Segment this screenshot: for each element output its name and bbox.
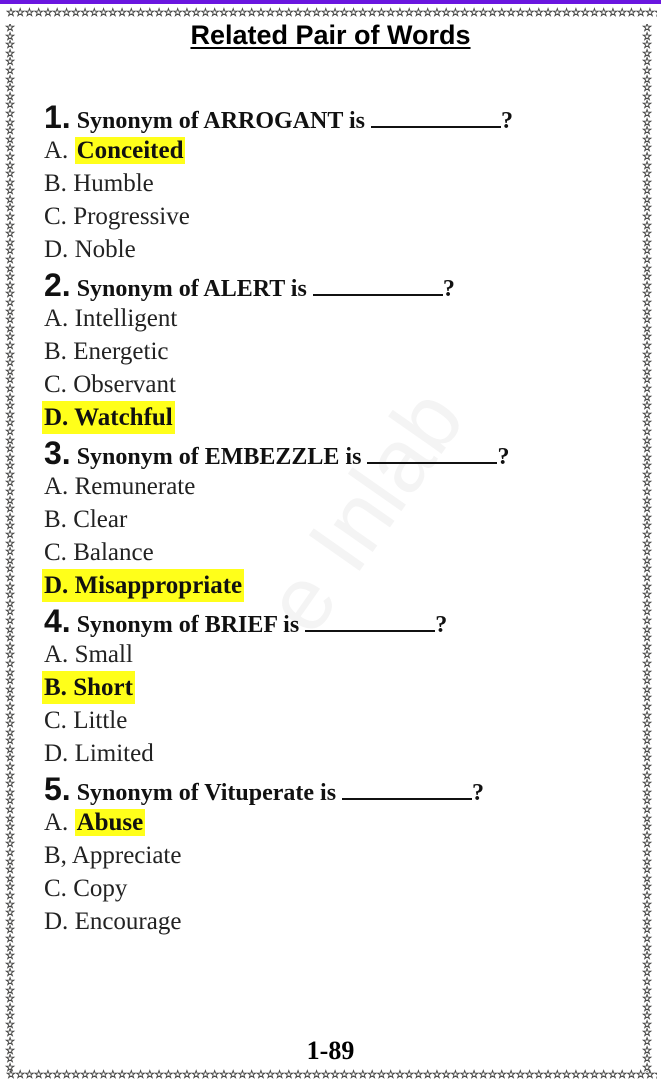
option-text: Misappropriate: [74, 572, 243, 599]
question-heading: 4. Synonym of BRIEF is?: [44, 604, 624, 638]
answer-blank: [305, 610, 436, 632]
question-heading: 3. Synonym of EMBEZZLE is?: [44, 436, 624, 470]
option-text-highlighted: Abuse: [74, 809, 146, 836]
option-text: Intelligent: [74, 305, 178, 332]
option-letter: A.: [44, 809, 69, 836]
option-b-highlighted: B. Short: [42, 671, 135, 704]
option-d-highlighted: D. Watchful: [42, 401, 175, 434]
question-block: 3. Synonym of EMBEZZLE is? A. Remunerate…: [42, 436, 624, 602]
star-border-right: ☆☆☆☆☆☆☆☆☆☆☆☆☆☆☆☆☆☆☆☆☆☆☆☆☆☆☆☆☆☆☆☆☆☆☆☆☆☆☆☆…: [642, 24, 652, 1072]
option-text: Appreciate: [71, 842, 182, 869]
option-letter: A.: [44, 473, 69, 500]
option-text: Noble: [74, 236, 136, 263]
option-text-highlighted: Conceited: [74, 137, 186, 164]
option-d-highlighted: D. Misappropriate: [42, 569, 245, 602]
answer-blank: [312, 274, 443, 296]
page-number: 1-89: [306, 1036, 355, 1065]
option-letter: D.: [44, 236, 69, 263]
option-letter: B.: [44, 506, 67, 533]
option-d: D. Limited: [44, 737, 624, 770]
option-letter: D.: [44, 572, 69, 599]
option-text: Little: [73, 707, 128, 734]
option-letter: A.: [44, 641, 69, 668]
option-letter: A.: [44, 137, 69, 164]
question-mark: ?: [497, 444, 510, 470]
question-text: Synonym of EMBEZZLE is: [76, 444, 362, 470]
question-block: 1. Synonym of ARROGANT is? A. Conceited …: [44, 100, 624, 266]
question-heading: 5. Synonym of Vituperate is?: [44, 772, 624, 806]
option-b: B. Energetic: [44, 335, 624, 368]
option-text: Progressive: [73, 203, 190, 230]
option-text: Energetic: [73, 338, 169, 365]
question-list: 1. Synonym of ARROGANT is? A. Conceited …: [42, 98, 624, 938]
star-border-bottom: ☆☆☆☆☆☆☆☆☆☆☆☆☆☆☆☆☆☆☆☆☆☆☆☆☆☆☆☆☆☆☆☆☆☆☆☆☆☆☆☆…: [6, 1068, 657, 1081]
question-mark: ?: [500, 108, 513, 134]
option-c: C. Copy: [44, 872, 624, 905]
option-a: A. Abuse: [44, 806, 624, 839]
question-heading: 1. Synonym of ARROGANT is?: [44, 100, 624, 134]
option-a: A. Small: [44, 638, 624, 671]
question-block: 5. Synonym of Vituperate is? A. Abuse B,…: [44, 772, 624, 938]
question-number: 5.: [44, 771, 71, 807]
option-a: A. Intelligent: [44, 302, 624, 335]
option-text: Small: [74, 641, 133, 668]
option-letter: C.: [44, 707, 67, 734]
option-letter: C.: [44, 371, 67, 398]
question-number: 1.: [44, 99, 71, 135]
option-text: Humble: [73, 170, 154, 197]
option-text: Clear: [73, 506, 128, 533]
star-border-top: ☆☆☆☆☆☆☆☆☆☆☆☆☆☆☆☆☆☆☆☆☆☆☆☆☆☆☆☆☆☆☆☆☆☆☆☆☆☆☆☆…: [6, 6, 657, 19]
option-c: C. Little: [44, 704, 624, 737]
option-letter: D.: [44, 404, 69, 431]
option-b: B, Appreciate: [44, 839, 624, 872]
question-number: 2.: [44, 267, 71, 303]
option-letter: C.: [44, 539, 67, 566]
option-letter: B.: [44, 338, 67, 365]
question-block: 2. Synonym of ALERT is? A. Intelligent B…: [42, 268, 624, 434]
option-letter: B.: [44, 170, 67, 197]
question-block: 4. Synonym of BRIEF is? A. Small B. Shor…: [42, 604, 624, 770]
option-b: B. Humble: [44, 167, 624, 200]
option-letter: B.: [44, 674, 67, 701]
question-mark: ?: [472, 780, 485, 806]
option-text: Observant: [73, 371, 176, 398]
option-d: D. Noble: [44, 233, 624, 266]
page-title: Related Pair of Words: [190, 20, 471, 50]
question-number: 3.: [44, 435, 71, 471]
question-text: Synonym of BRIEF is: [76, 612, 300, 638]
question-text: Synonym of Vituperate is: [76, 780, 337, 806]
option-c: C. Progressive: [44, 200, 624, 233]
option-a: A. Conceited: [44, 134, 624, 167]
question-text: Synonym of ARROGANT is: [76, 108, 365, 134]
question-heading: 2. Synonym of ALERT is?: [44, 268, 624, 302]
option-a: A. Remunerate: [44, 470, 624, 503]
option-text: Limited: [74, 740, 154, 767]
answer-blank: [367, 442, 498, 464]
option-text: Remunerate: [74, 473, 196, 500]
option-text: Copy: [73, 875, 128, 902]
option-text: Short: [73, 674, 133, 701]
option-b: B. Clear: [44, 503, 624, 536]
top-accent-bar: [0, 0, 661, 4]
star-border-left: ☆☆☆☆☆☆☆☆☆☆☆☆☆☆☆☆☆☆☆☆☆☆☆☆☆☆☆☆☆☆☆☆☆☆☆☆☆☆☆☆…: [5, 24, 15, 1072]
option-c: C. Balance: [44, 536, 624, 569]
option-text: Encourage: [74, 908, 182, 935]
option-letter: A.: [44, 305, 69, 332]
question-mark: ?: [442, 276, 455, 302]
option-letter: C.: [44, 203, 67, 230]
option-letter: B,: [44, 842, 67, 869]
option-text: Watchful: [74, 404, 173, 431]
option-letter: D.: [44, 740, 69, 767]
question-mark: ?: [435, 612, 448, 638]
answer-blank: [370, 106, 501, 128]
option-c: C. Observant: [44, 368, 624, 401]
option-letter: C.: [44, 875, 67, 902]
question-number: 4.: [44, 603, 71, 639]
answer-blank: [342, 778, 473, 800]
option-text: Balance: [73, 539, 154, 566]
option-d: D. Encourage: [44, 905, 624, 938]
option-letter: D.: [44, 908, 69, 935]
question-text: Synonym of ALERT is: [76, 276, 307, 302]
